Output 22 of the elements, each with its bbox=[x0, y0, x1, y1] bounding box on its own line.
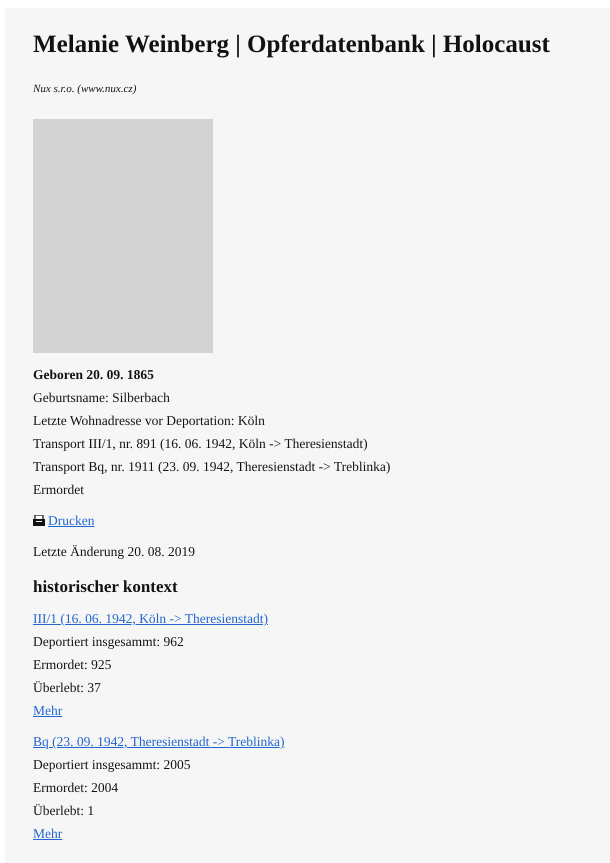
more-link[interactable]: Mehr bbox=[33, 822, 62, 845]
transport-link[interactable]: III/1 (16. 06. 1942, Köln -> Theresienstadt) bbox=[33, 607, 268, 630]
publisher-text: Nux s.r.o. (www.nux.cz) bbox=[33, 82, 138, 96]
transport-link[interactable]: Bq (23. 09. 1942, Theresienstadt -> Treblinka) bbox=[33, 730, 284, 753]
stat-line: Überlebt: 1 bbox=[33, 802, 96, 820]
detail-line: Geburtsname: Silberbach bbox=[33, 389, 171, 407]
stat-line: Deportiert insgesammt: 2005 bbox=[33, 756, 192, 774]
birth-date: Geboren 20. 09. 1865 bbox=[33, 366, 155, 384]
detail-line: Ermordet bbox=[33, 481, 85, 499]
section-heading: historischer kontext bbox=[33, 576, 179, 598]
stat-line: Ermordet: 2004 bbox=[33, 779, 120, 797]
detail-line: Transport Bq, nr. 1911 (23. 09. 1942, Theresienstadt -> Treblinka) bbox=[33, 458, 392, 476]
stat-line: Deportiert insgesammt: 962 bbox=[33, 633, 185, 651]
page-title: Melanie Weinberg | Opferdatenbank | Holocaust bbox=[33, 30, 551, 60]
printer-icon bbox=[33, 515, 45, 526]
detail-line: Letzte Wohnadresse vor Deportation: Köln bbox=[33, 412, 266, 430]
stat-line: Überlebt: 37 bbox=[33, 679, 102, 697]
detail-line: Transport III/1, nr. 891 (16. 06. 1942, Köln -> Theresienstadt) bbox=[33, 435, 369, 453]
last-change-text: Letzte Änderung 20. 08. 2019 bbox=[33, 543, 196, 561]
print-link[interactable]: Drucken bbox=[48, 509, 94, 532]
stat-line: Ermordet: 925 bbox=[33, 656, 112, 674]
more-link[interactable]: Mehr bbox=[33, 699, 62, 722]
